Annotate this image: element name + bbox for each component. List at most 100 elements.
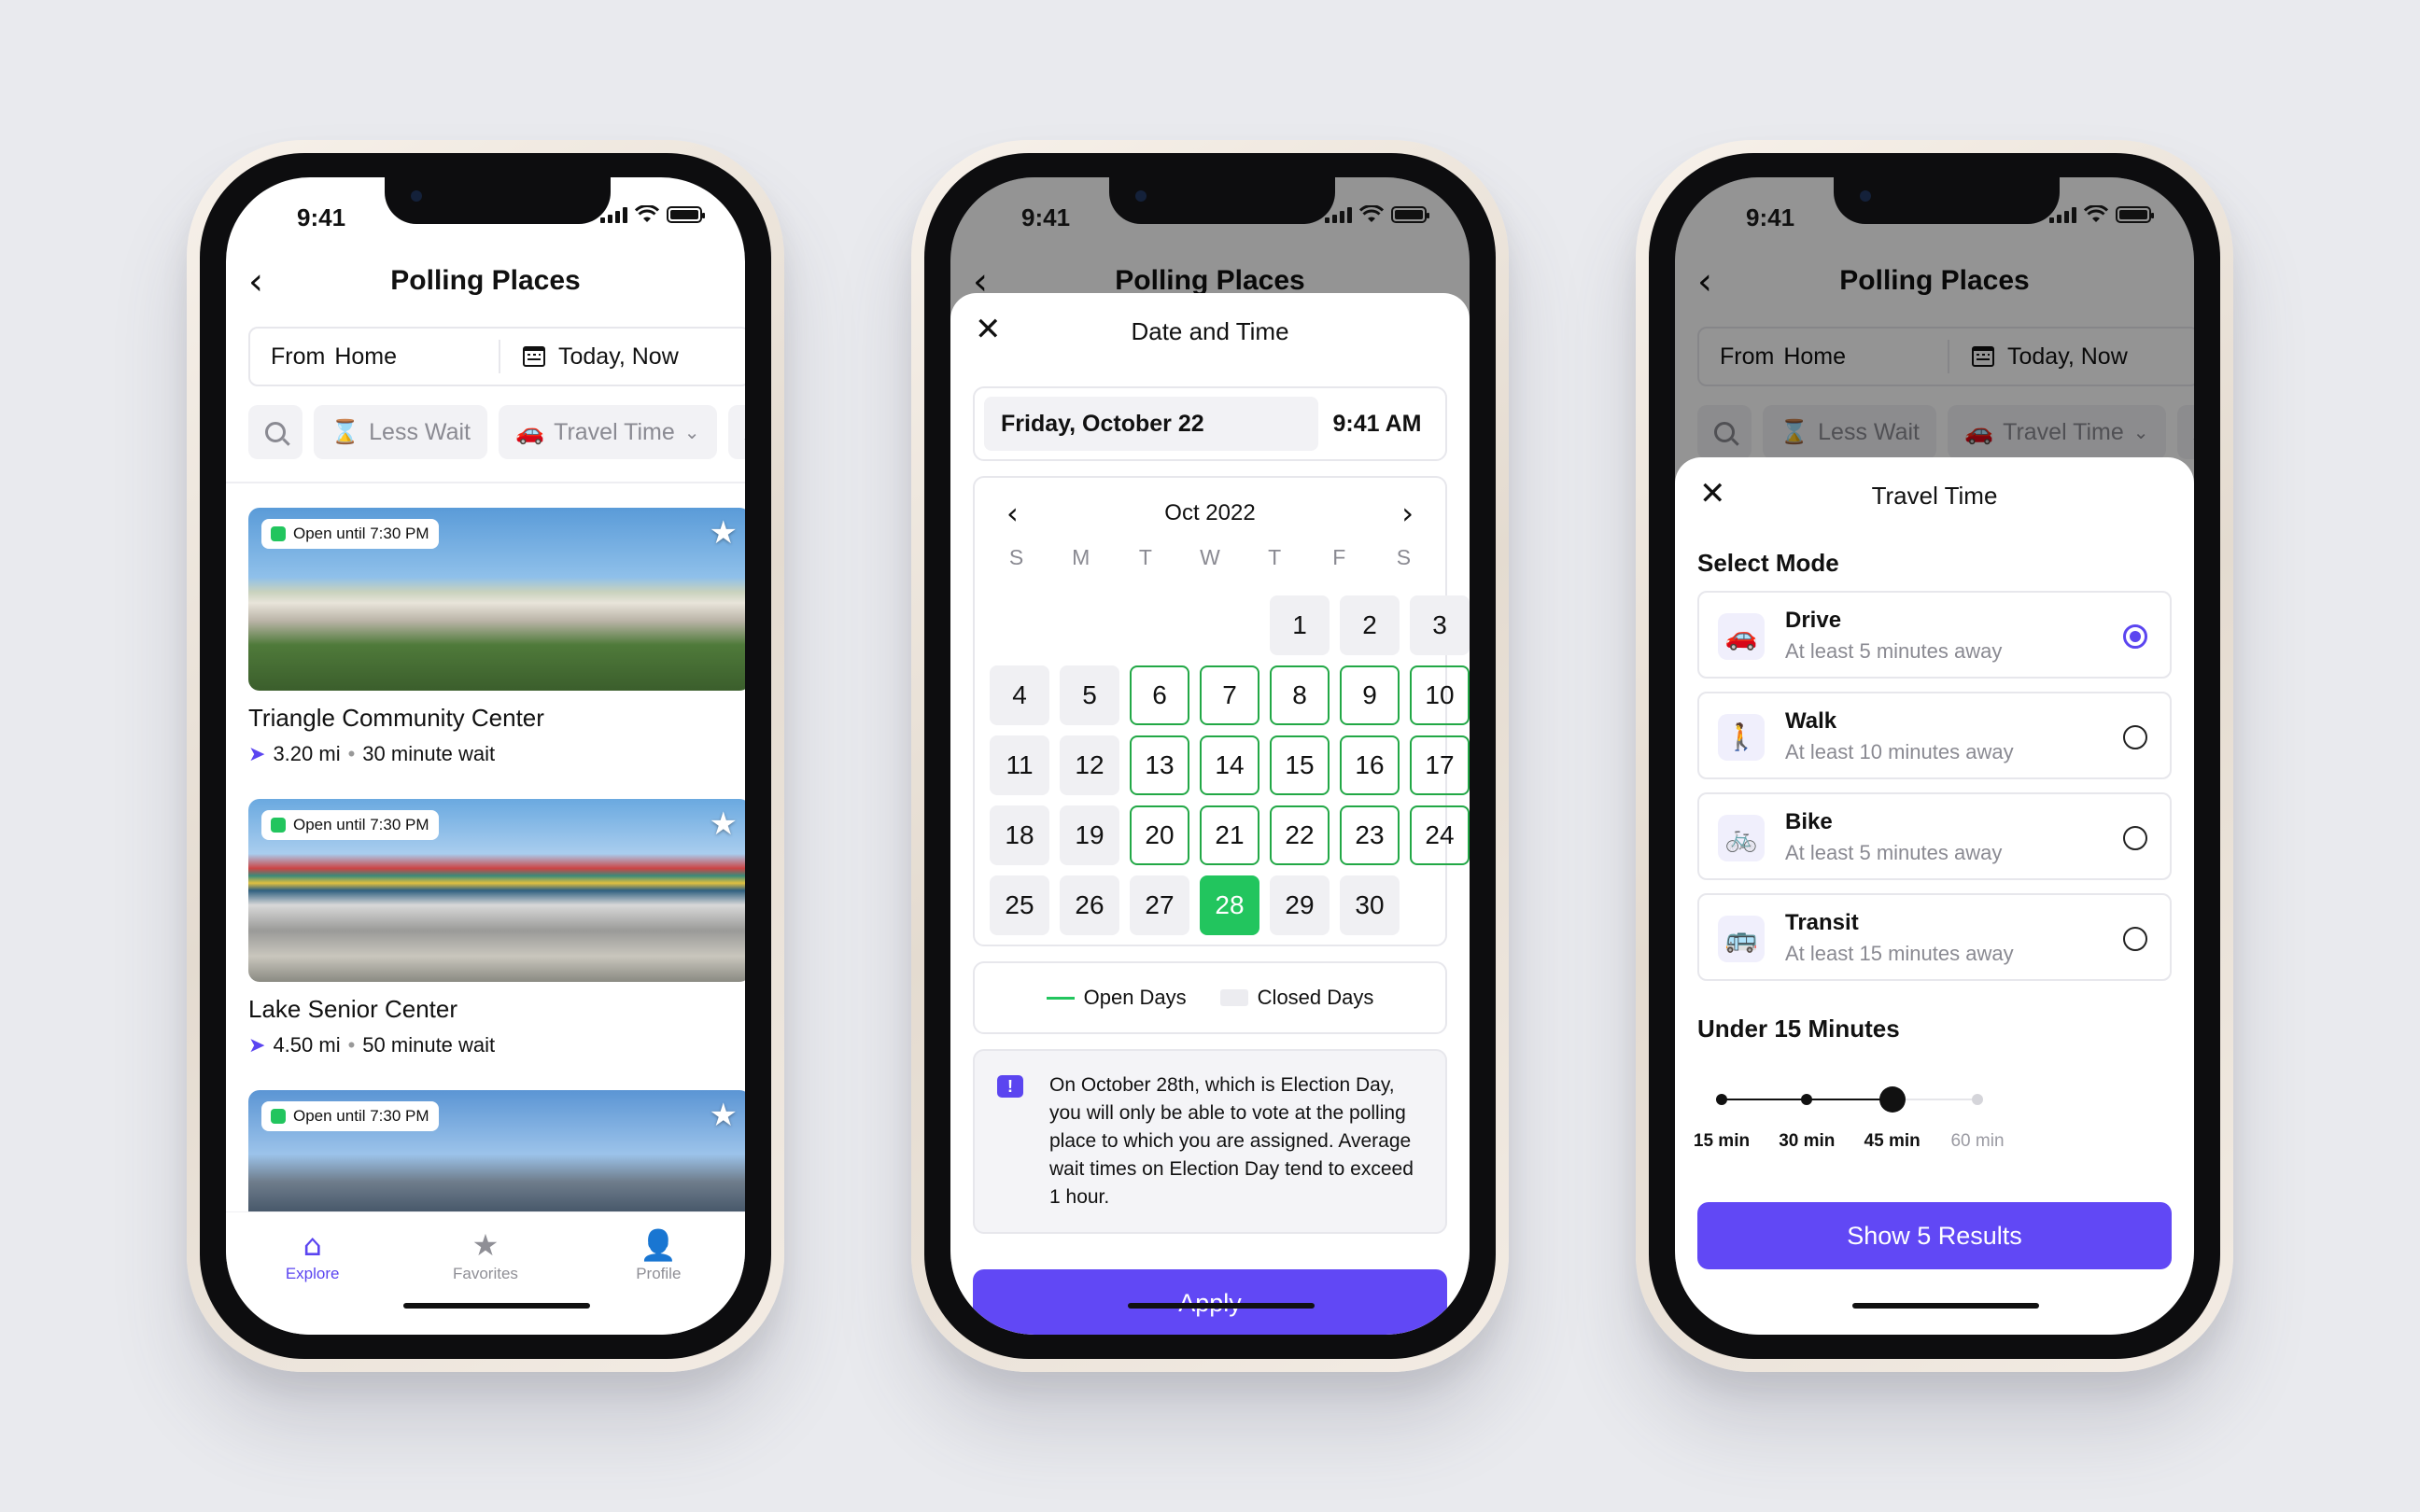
calendar-day[interactable]: 20: [1130, 805, 1189, 865]
radio-button[interactable]: [2123, 826, 2147, 850]
calendar-day[interactable]: 26: [1060, 875, 1119, 935]
calendar-day[interactable]: 11: [990, 735, 1049, 795]
calendar-day[interactable]: 12: [1060, 735, 1119, 795]
slider-knob[interactable]: [1878, 1086, 1906, 1113]
calendar-day[interactable]: 9: [1340, 665, 1400, 725]
show-results-button[interactable]: Show 5 Results: [1697, 1202, 2172, 1269]
calendar-legend: Open Days Closed Days: [973, 961, 1447, 1034]
radio-button[interactable]: [2123, 725, 2147, 749]
calendar-day[interactable]: 16: [1340, 735, 1400, 795]
calendar-day[interactable]: 25: [990, 875, 1049, 935]
calendar-day[interactable]: 22: [1270, 805, 1330, 865]
place-card[interactable]: Open until 7:30 PM ★ Lake Senior Center …: [248, 799, 745, 1057]
calendar-day[interactable]: 13: [1130, 735, 1189, 795]
favorite-star-icon[interactable]: ★: [710, 808, 738, 840]
less-wait-chip[interactable]: ⌛ Less Wait: [314, 405, 487, 459]
place-wait: 30 minute wait: [362, 742, 496, 765]
calendar-day-selected[interactable]: 28: [1200, 875, 1259, 935]
favorite-star-icon[interactable]: ★: [710, 517, 738, 549]
calendar-day[interactable]: 2: [1340, 595, 1400, 655]
mode-option-walk[interactable]: 🚶 Walk At least 10 minutes away: [1697, 692, 2172, 779]
home-icon: ⌂: [302, 1227, 322, 1263]
favorite-star-icon[interactable]: ★: [710, 1099, 738, 1131]
calendar-day[interactable]: 4: [990, 665, 1049, 725]
tab-bar: ⌂ Explore ★ Favorites 👤 Profile: [226, 1211, 745, 1335]
radio-button[interactable]: [2123, 927, 2147, 951]
tab-favorites-label: Favorites: [453, 1265, 518, 1282]
open-badge-label: Open until 7:30 PM: [293, 1107, 429, 1125]
open-badge-label: Open until 7:30 PM: [293, 525, 429, 542]
calendar-day[interactable]: 8: [1270, 665, 1330, 725]
mode-option-drive[interactable]: 🚗 Drive At least 5 minutes away: [1697, 591, 2172, 679]
divider: [226, 482, 745, 483]
less-wait-label: Less Wait: [369, 418, 471, 445]
tab-profile-label: Profile: [636, 1265, 682, 1282]
date-time-sheet: ✕ Date and Time Friday, October 22 9:41 …: [950, 293, 1470, 1335]
filter-bar: ⌛ Less Wait 🚗 Travel Time ⌄ An: [248, 405, 745, 459]
open-badge: Open until 7:30 PM: [261, 519, 439, 549]
from-field[interactable]: From Home: [250, 340, 500, 373]
travel-time-chip[interactable]: 🚗 Travel Time ⌄: [498, 405, 717, 459]
apply-button[interactable]: Apply: [973, 1269, 1447, 1335]
home-indicator: [403, 1303, 590, 1309]
wifi-icon: [635, 205, 659, 222]
selected-date[interactable]: Friday, October 22: [984, 397, 1318, 451]
phone-travel-time: 9:41 ‹ Polling Places From Home Today, No…: [1636, 140, 2233, 1372]
legend-closed-label: Closed Days: [1257, 986, 1374, 1009]
more-chip[interactable]: An: [727, 405, 745, 459]
mode-name: Bike: [1785, 809, 1833, 834]
tab-favorites[interactable]: ★ Favorites: [420, 1229, 551, 1335]
tab-profile[interactable]: 👤 Profile: [593, 1229, 724, 1335]
calendar-day[interactable]: 15: [1270, 735, 1330, 795]
slider-stop[interactable]: [1972, 1094, 1983, 1105]
date-time-display: Friday, October 22 9:41 AM: [973, 386, 1447, 461]
mode-option-transit[interactable]: 🚌 Transit At least 15 minutes away: [1697, 893, 2172, 981]
from-label: From: [271, 343, 326, 370]
notch: [385, 177, 611, 224]
battery-icon: [2116, 206, 2154, 223]
bike-icon: 🚲: [1718, 815, 1765, 861]
calendar-day[interactable]: 30: [1340, 875, 1400, 935]
date-field[interactable]: Today, Now: [500, 329, 679, 385]
calendar-day[interactable]: 1: [1270, 595, 1330, 655]
prev-month-button[interactable]: ‹: [1006, 496, 1019, 531]
open-badge-label: Open until 7:30 PM: [293, 816, 429, 833]
radio-button[interactable]: [2123, 624, 2147, 649]
wifi-icon: [2084, 205, 2108, 222]
star-icon: ★: [471, 1227, 499, 1263]
phone-bezel: 9:41 ‹ Polling Places ✕ Date and Time Fr…: [924, 153, 1496, 1359]
day-grid: 1 2 3 4 5 6 7 8 9 10 11 12 13 14 15 16 17 18 19 20 21 22 23 24 2…: [984, 595, 1470, 935]
search-button[interactable]: [248, 405, 302, 459]
next-month-button[interactable]: ›: [1401, 496, 1414, 531]
calendar-day[interactable]: 7: [1200, 665, 1259, 725]
wifi-icon: [1359, 205, 1384, 222]
calendar-day[interactable]: 17: [1410, 735, 1470, 795]
calendar-day[interactable]: 14: [1200, 735, 1259, 795]
election-day-notice: ! On October 28th, which is Election Day…: [973, 1049, 1447, 1234]
calendar-day[interactable]: 6: [1130, 665, 1189, 725]
calendar-day[interactable]: 18: [990, 805, 1049, 865]
calendar-day[interactable]: 23: [1340, 805, 1400, 865]
tab-explore[interactable]: ⌂ Explore: [247, 1229, 378, 1335]
calendar-day[interactable]: 10: [1410, 665, 1470, 725]
calendar-day[interactable]: 19: [1060, 805, 1119, 865]
calendar-day[interactable]: 3: [1410, 595, 1470, 655]
status-time: 9:41: [1746, 203, 1795, 231]
place-card[interactable]: Open until 7:30 PM ★ Triangle Community …: [248, 508, 745, 766]
car-icon: 🚗: [514, 418, 545, 445]
calendar-icon: [523, 346, 545, 367]
selected-time[interactable]: 9:41 AM: [1318, 411, 1436, 438]
calendar-day[interactable]: 21: [1200, 805, 1259, 865]
calendar-day[interactable]: 5: [1060, 665, 1119, 725]
slider-stop[interactable]: [1716, 1094, 1727, 1105]
slider-stop[interactable]: [1801, 1094, 1813, 1105]
calendar-day[interactable]: 24: [1410, 805, 1470, 865]
travel-time-slider[interactable]: 15 min 30 min 45 min 60 min: [1694, 1081, 2172, 1183]
mode-description: At least 10 minutes away: [1785, 740, 2014, 763]
calendar-day[interactable]: 27: [1130, 875, 1189, 935]
mode-option-bike[interactable]: 🚲 Bike At least 5 minutes away: [1697, 792, 2172, 880]
sheet-title: Date and Time: [1131, 317, 1289, 345]
date-value: Today, Now: [558, 343, 679, 370]
place-photo: Open until 7:30 PM ★: [248, 799, 745, 982]
calendar-day[interactable]: 29: [1270, 875, 1330, 935]
